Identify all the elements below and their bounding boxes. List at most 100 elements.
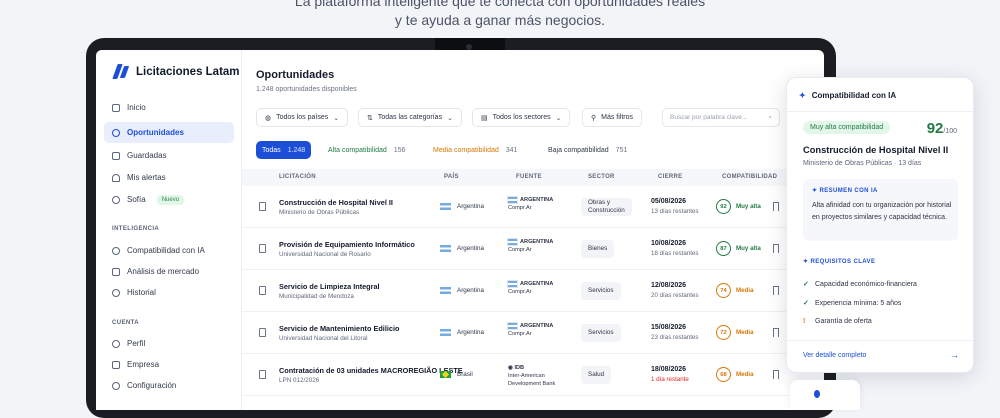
summary-text: Alta afinidad con tu organización por hi…	[812, 202, 952, 221]
more-filters-button[interactable]: ⚲ Más filtros	[582, 108, 643, 127]
tab-alta[interactable]: Alta compatibilidad 156	[322, 141, 411, 159]
tab-todas[interactable]: Todas 1.248	[256, 141, 312, 159]
divider	[787, 340, 973, 341]
source: ARGENTINA Compr.Ar	[507, 279, 554, 295]
table-row[interactable]: Construcción de Hospital Nivel II Ministe…	[242, 186, 824, 228]
closing-date: 05/08/2026 13 días restantes	[651, 198, 699, 215]
category-icon: ⇅	[367, 114, 373, 122]
panel-header: ✦ Compatibilidad con IA	[799, 91, 897, 100]
compatibility-level: Media	[736, 329, 754, 336]
source-flag-icon	[507, 279, 518, 288]
sidebar-item-guardadas[interactable]: Guardadas	[104, 145, 234, 166]
panel-project-title: Construcción de Hospital Nivel II	[803, 145, 949, 155]
document-icon	[259, 286, 266, 295]
sector-filter[interactable]: ▤ Todos los sectores ⌄	[472, 108, 571, 127]
table-row[interactable]: Servicio de Limpieza Integral Municipalid…	[242, 270, 824, 312]
sidebar-item-empresa[interactable]: Empresa	[104, 354, 234, 375]
closing-date: 10/08/2026 18 días restantes	[651, 240, 699, 257]
ai-compatibility-panel: ✦ Compatibilidad con IA Muy alta compatib…	[786, 77, 974, 373]
check-icon: ✓	[803, 300, 809, 307]
sidebar-item-configuracion[interactable]: Configuración	[104, 375, 234, 396]
sidebar-item-sofia[interactable]: Sofía Nuevo	[104, 189, 234, 210]
sidebar-item-inicio[interactable]: Inicio	[104, 97, 234, 118]
col-licitacion: LICITACIÓN	[279, 174, 316, 180]
chevron-down-icon: ⌄	[555, 114, 562, 122]
search-input[interactable]: Buscar por palabra clave... ⌕	[662, 108, 780, 127]
target-icon	[112, 128, 120, 137]
sparkle-icon: ✦	[799, 91, 806, 100]
bookmark-icon[interactable]	[773, 328, 779, 337]
tender-org: Ministerio de Obras Públicas	[279, 209, 360, 216]
chevron-down-icon: ⌄	[447, 114, 453, 122]
chevron-down-icon: ⌄	[333, 114, 340, 122]
table-header: LICITACIÓN PAÍS FUENTE SECTOR CIERRE COM…	[242, 169, 824, 186]
document-icon	[259, 244, 266, 253]
country-name: Argentina	[457, 287, 484, 294]
compatibility-level: Media	[736, 371, 754, 378]
tender-org: LPN 012/2026	[279, 377, 320, 384]
requirements-title: ✦ REQUISITOS CLAVE	[803, 259, 876, 265]
section-account: CUENTA	[112, 320, 139, 326]
page-title: Oportunidades	[256, 69, 335, 81]
tender-org: Universidad Nacional del Litoral	[279, 335, 368, 342]
source: ARGENTINA Compr.Ar	[507, 237, 554, 253]
sector-icon: ▤	[481, 114, 488, 122]
app-logo[interactable]: Licitaciones Latam	[112, 64, 240, 80]
country-name: Brasil	[457, 371, 473, 378]
sidebar-item-alertas[interactable]: Mis alertas	[104, 167, 234, 188]
document-icon	[259, 202, 266, 211]
sidebar-item-oportunidades[interactable]: Oportunidades	[104, 122, 234, 143]
chart-icon	[112, 267, 120, 276]
sector-chip: Servicios	[581, 282, 621, 300]
sidebar-item-historial[interactable]: Historial	[104, 282, 234, 303]
person-icon	[814, 390, 820, 398]
source: ARGENTINA Compr.Ar	[507, 195, 554, 211]
app-name: Licitaciones Latam	[136, 66, 240, 78]
section-intelligence: INTELIGENCIA	[112, 226, 160, 232]
flag-icon	[440, 287, 451, 294]
score-ring: 74	[716, 283, 731, 298]
col-pais: PAÍS	[444, 174, 459, 180]
tender-name: Servicio de Limpieza Integral	[279, 282, 380, 291]
sidebar-item-analisis[interactable]: Análisis de mercado	[104, 261, 234, 282]
sidebar-item-compatibilidad[interactable]: Compatibilidad con IA	[104, 240, 234, 261]
bookmark-icon[interactable]	[773, 244, 779, 253]
document-icon	[259, 328, 266, 337]
hero-text: La plataforma inteligente que te conecta…	[0, 0, 1000, 30]
closing-date: 18/08/2026 1 día restante	[651, 366, 689, 383]
table-row[interactable]: Provisión de Equipamiento Informático Uni…	[242, 228, 824, 270]
sector-chip: Salud	[581, 366, 612, 384]
bookmark-icon[interactable]	[773, 202, 779, 211]
sidebar-item-perfil[interactable]: Perfil	[104, 333, 234, 354]
panel-project-org: Ministerio de Obras Públicas · 13 días	[803, 160, 922, 167]
source-flag-icon	[507, 195, 518, 204]
bookmark-icon[interactable]	[773, 286, 779, 295]
tab-media[interactable]: Media compatibilidad 341	[427, 141, 523, 159]
tab-baja[interactable]: Baja compatibilidad 751	[542, 141, 633, 159]
compatibility-badge: Muy alta compatibilidad	[803, 121, 891, 134]
table-row[interactable]: Contratación de 03 unidades MACROREGIÃO …	[242, 354, 824, 396]
sparkle-icon	[112, 195, 120, 204]
arrow-right-icon[interactable]: →	[950, 350, 959, 360]
country-name: Argentina	[457, 203, 484, 210]
gear-icon	[112, 381, 120, 390]
flag-icon	[440, 371, 451, 378]
source-flag-icon	[507, 321, 518, 330]
closing-date: 15/08/2026 23 días restantes	[651, 324, 699, 341]
table-row[interactable]: Servicio de Mantenimiento Edilicio Univer…	[242, 312, 824, 354]
summary-title: ✦ RESUMEN CON IA	[812, 188, 878, 194]
country-name: Argentina	[457, 329, 484, 336]
score-ring: 72	[716, 325, 731, 340]
bookmark-icon[interactable]	[773, 370, 779, 379]
logo-icon	[112, 64, 130, 80]
globe-icon: ◍	[265, 114, 272, 122]
divider	[787, 111, 973, 112]
view-detail-link[interactable]: Ver detalle completo	[803, 352, 866, 359]
col-compatibilidad: COMPATIBILIDAD	[722, 174, 778, 180]
building-icon	[112, 360, 120, 369]
col-sector: SECTOR	[588, 174, 615, 180]
tender-org: Universidad Nacional de Rosario	[279, 251, 371, 258]
category-filter[interactable]: ⇅ Todas las categorías ⌄	[358, 108, 462, 127]
flag-icon	[440, 245, 451, 252]
country-filter[interactable]: ◍ Todos los países ⌄	[256, 108, 349, 127]
